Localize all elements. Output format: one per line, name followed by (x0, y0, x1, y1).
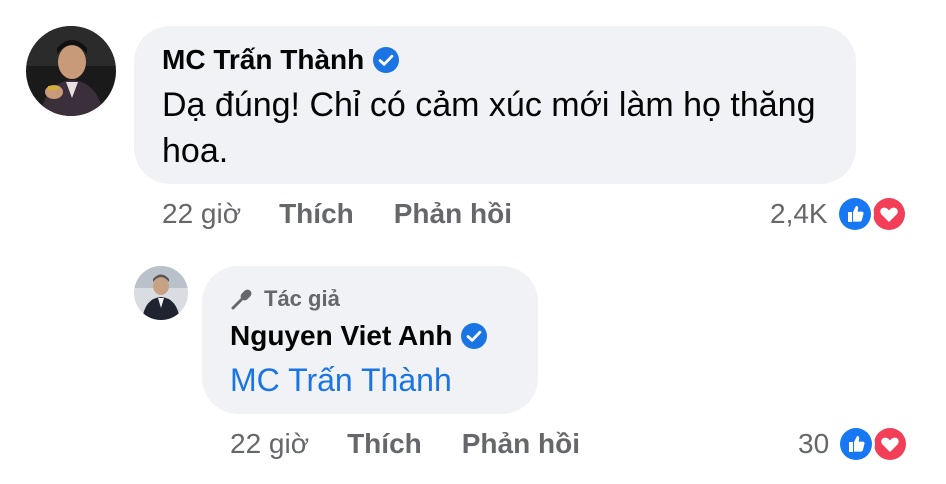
reaction-icons (835, 195, 910, 233)
love-icon (871, 425, 910, 463)
reply-author-avatar[interactable] (134, 266, 188, 320)
reaction-count: 30 (798, 428, 830, 459)
reply-reactions[interactable]: 30 (798, 424, 911, 464)
verified-badge-icon (373, 47, 400, 73)
like-button[interactable]: Thích (279, 198, 354, 230)
reaction-icons (837, 425, 911, 463)
comment-text: Dạ đúng! Chỉ có cảm xúc mới làm họ thăng… (162, 86, 816, 170)
avatar-man-icon (26, 26, 116, 116)
reply-button[interactable]: Phản hồi (462, 428, 580, 460)
comment-author-row: MC Trấn Thành (162, 44, 828, 76)
avatar-man-icon (134, 266, 188, 320)
verified-badge-icon (461, 323, 488, 349)
mention-link[interactable]: MC Trấn Thành (230, 362, 510, 399)
reply-author-row: Nguyen Viet Anh (230, 320, 510, 352)
reply-timestamp[interactable]: 22 giờ (230, 428, 309, 460)
like-icon (835, 195, 874, 233)
comment-author-name[interactable]: MC Trấn Thành (162, 44, 364, 76)
author-badge: Tác giả (230, 286, 510, 312)
reaction-count: 2,4K (770, 198, 828, 229)
reply-actions: 22 giờ Thích Phản hồi (230, 426, 580, 462)
comment-reactions[interactable]: 2,4K (770, 194, 910, 234)
reply-button[interactable]: Phản hồi (394, 198, 512, 230)
like-icon (837, 425, 876, 463)
comment-timestamp[interactable]: 22 giờ (162, 198, 241, 230)
like-button[interactable]: Thích (347, 428, 422, 460)
comment-thread: MC Trấn Thành Dạ đúng! Chỉ có cảm xúc mớ… (0, 0, 946, 484)
comment-bubble: MC Trấn Thành Dạ đúng! Chỉ có cảm xúc mớ… (134, 26, 856, 184)
comment-actions: 22 giờ Thích Phản hồi (162, 196, 512, 232)
love-icon (869, 195, 908, 233)
author-badge-label: Tác giả (264, 286, 340, 311)
reply-bubble: Tác giả Nguyen Viet Anh MC Trấn Thành (202, 266, 538, 414)
microphone-icon (230, 287, 254, 311)
commenter-avatar[interactable] (26, 26, 116, 116)
reply-author-name[interactable]: Nguyen Viet Anh (230, 320, 452, 352)
